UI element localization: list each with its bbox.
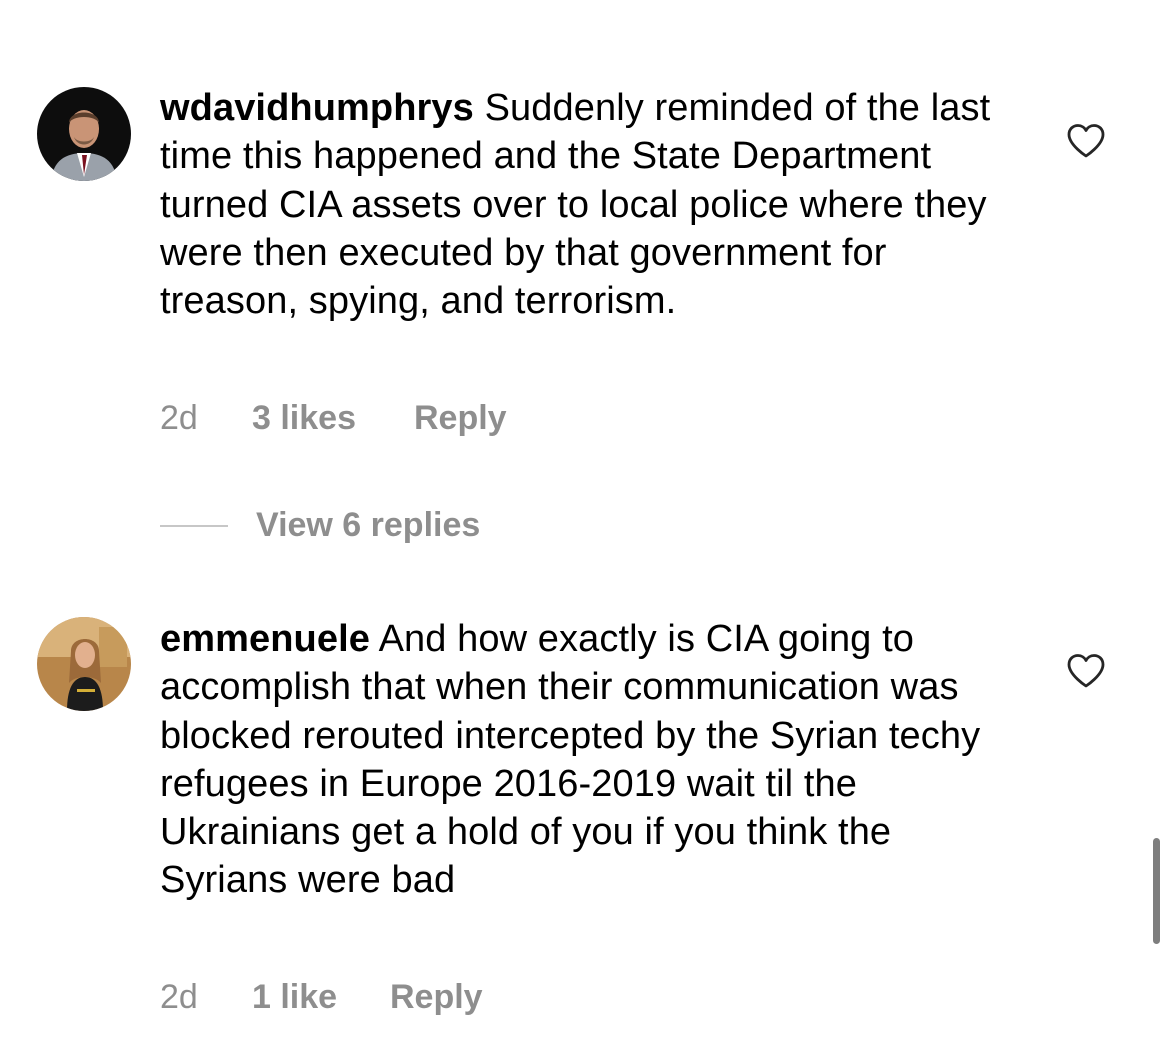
comment-body: emmenuele And how exactly is CIA going t… [160,615,1020,905]
comment-body: wdavidhumphrys Suddenly reminded of the … [160,84,1020,325]
comment-time: 2d [160,978,198,1016]
comment-likes[interactable]: 1 like [252,977,390,1017]
like-heart-icon[interactable] [1066,653,1106,689]
comment-meta: 2d 3 likes Reply [160,398,507,438]
reply-button[interactable]: Reply [390,977,483,1017]
comment-meta: 2d 1 like Reply [160,977,483,1017]
avatar[interactable] [37,87,131,181]
comment-username[interactable]: emmenuele [160,618,370,660]
like-heart-icon[interactable] [1066,123,1106,159]
reply-button[interactable]: Reply [414,398,507,438]
comment-time: 2d [160,399,198,437]
avatar[interactable] [37,617,131,711]
view-replies-label: View 6 replies [256,506,481,544]
comment-text: And how exactly is CIA going to accompli… [160,618,981,902]
scrollbar[interactable] [1153,838,1160,944]
replies-divider [160,524,228,527]
view-replies-button[interactable]: View 6 replies [160,506,480,550]
comment-likes[interactable]: 3 likes [252,398,414,438]
comment-username[interactable]: wdavidhumphrys [160,87,474,129]
